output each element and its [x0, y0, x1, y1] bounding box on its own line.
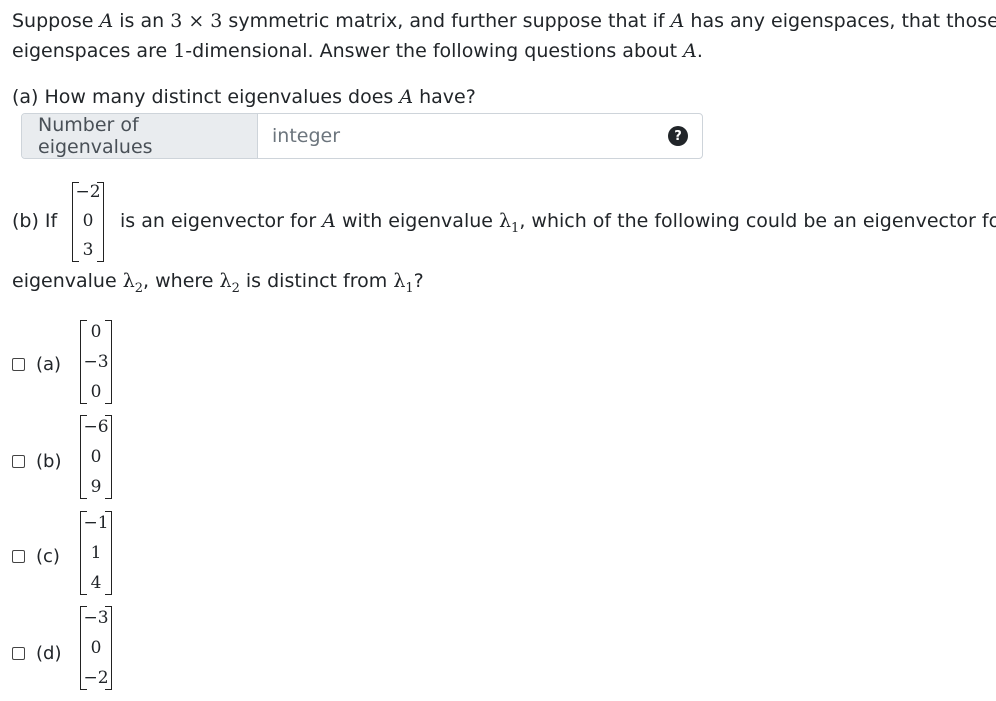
option-c-vector: −1 1 4	[80, 511, 112, 595]
given-vector-entry-3: 3	[82, 240, 94, 260]
help-button[interactable]: ?	[654, 114, 702, 158]
option-a-checkbox[interactable]	[12, 358, 25, 371]
option-d-vector: −3 0 −2	[80, 606, 112, 690]
option-d-label[interactable]: (d)	[36, 643, 61, 664]
option-d-checkbox[interactable]	[12, 647, 25, 660]
option-b-checkbox[interactable]	[12, 455, 25, 468]
option-c-checkbox[interactable]	[12, 550, 25, 563]
help-icon: ?	[668, 126, 688, 146]
intro-line-1: Suppose A is an 3 × 3 symmetric matrix, …	[12, 10, 996, 32]
option-b-label[interactable]: (b)	[36, 451, 61, 472]
intro-line-2: eigenspaces are 1-dimensional. Answer th…	[12, 40, 703, 62]
problem-statement: Suppose A is an 3 × 3 symmetric matrix, …	[12, 6, 996, 66]
option-b-vector: −6 0 9	[80, 415, 112, 499]
given-eigenvector: −2 0 3	[72, 182, 104, 262]
question-a: (a) How many distinct eigenvalues does A…	[12, 86, 476, 108]
question-b-text: is an eigenvector for A with eigenvalue …	[120, 210, 996, 236]
eigenvalue-count-label: Number of eigenvalues	[22, 114, 258, 158]
option-a-vector: 0 −3 0	[80, 320, 112, 404]
given-vector-entry-1: −2	[75, 182, 101, 202]
question-b-prefix: (b) If	[12, 210, 58, 232]
eigenvalue-count-input-group: Number of eigenvalues ?	[21, 113, 703, 159]
given-vector-entry-2: 0	[82, 211, 94, 231]
question-b-line-2: eigenvalue λ2, where λ2 is distinct from…	[12, 270, 424, 296]
option-c-label[interactable]: (c)	[36, 546, 60, 567]
eigenvalue-count-input[interactable]	[258, 114, 654, 158]
option-a-label[interactable]: (a)	[36, 354, 61, 375]
